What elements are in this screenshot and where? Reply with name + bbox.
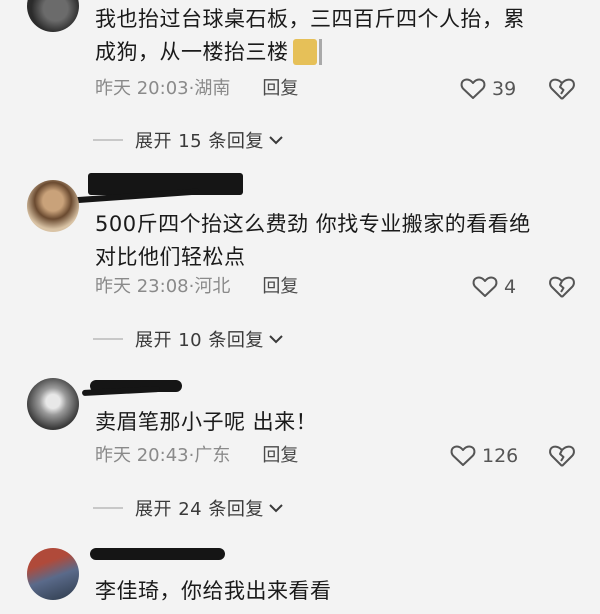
- reply-button[interactable]: 回复: [262, 74, 298, 104]
- chevron-down-icon: [269, 136, 283, 145]
- chevron-down-icon: [269, 335, 283, 344]
- comment-location: 河北: [194, 276, 231, 297]
- comment-text: 李佳琦，你给我出来看看: [95, 575, 575, 608]
- heart-outline-icon: [460, 78, 486, 99]
- divider: [93, 139, 123, 141]
- like-button[interactable]: 126: [450, 441, 518, 471]
- heart-outline-icon: [472, 276, 498, 297]
- comment-location: 广东: [194, 445, 231, 466]
- comment-text-line: 对比他们轻松点: [95, 245, 246, 269]
- chevron-down-icon: [269, 504, 283, 513]
- like-count: 4: [504, 276, 517, 298]
- comment-text: 500斤四个抬这么费劲 你找专业搬家的看看绝 对比他们轻松点: [95, 208, 575, 274]
- comment-meta: 昨天 20:43 · 广东 回复: [95, 441, 298, 471]
- comment-text-line: 我也抬过台球桌石板，三四百斤四个人抬，累: [95, 7, 525, 31]
- broken-heart-icon[interactable]: [548, 75, 576, 103]
- comment-meta: 昨天 23:08 · 河北 回复: [95, 272, 298, 302]
- comment-text-line: 卖眉笔那小子呢 出来！: [95, 410, 318, 434]
- broken-heart-icon[interactable]: [548, 273, 576, 301]
- comment-time: 昨天 20:03: [95, 78, 189, 99]
- like-count: 126: [482, 445, 519, 467]
- comment-text: 卖眉笔那小子呢 出来！: [95, 406, 575, 439]
- reply-button[interactable]: 回复: [262, 441, 298, 471]
- comment-text-line: 李佳琦，你给我出来看看: [95, 579, 332, 603]
- reply-button[interactable]: 回复: [262, 272, 298, 302]
- avatar[interactable]: [27, 0, 79, 32]
- expand-replies-button[interactable]: 展开 15 条回复: [93, 125, 284, 155]
- like-count: 39: [492, 78, 517, 100]
- avatar[interactable]: [27, 378, 79, 430]
- avatar[interactable]: [27, 180, 79, 232]
- heart-outline-icon: [450, 445, 476, 466]
- expand-replies-label: 展开 10 条回复: [135, 330, 264, 351]
- comment-location: 湖南: [194, 78, 231, 99]
- avatar[interactable]: [27, 548, 79, 600]
- comment-time: 昨天 20:43: [95, 445, 189, 466]
- comment-text-line: 500斤四个抬这么费劲 你找专业搬家的看看绝: [95, 212, 531, 236]
- comment-time: 昨天 23:08: [95, 276, 189, 297]
- like-button[interactable]: 39: [460, 74, 516, 104]
- expand-replies-label: 展开 15 条回复: [135, 131, 264, 152]
- emoji-sticker-icon: [292, 39, 322, 65]
- expand-replies-label: 展开 24 条回复: [135, 499, 264, 520]
- redacted-username: [90, 548, 225, 560]
- comment-meta: 昨天 20:03 · 湖南 回复: [95, 74, 298, 104]
- broken-heart-icon[interactable]: [548, 442, 576, 470]
- expand-replies-button[interactable]: 展开 10 条回复: [93, 324, 284, 354]
- divider: [93, 507, 123, 509]
- comment-text: 我也抬过台球桌石板，三四百斤四个人抬，累 成狗，从一楼抬三楼: [95, 3, 575, 69]
- divider: [93, 338, 123, 340]
- comment-text-line: 成狗，从一楼抬三楼: [95, 36, 575, 69]
- expand-replies-button[interactable]: 展开 24 条回复: [93, 493, 284, 523]
- like-button[interactable]: 4: [472, 272, 516, 302]
